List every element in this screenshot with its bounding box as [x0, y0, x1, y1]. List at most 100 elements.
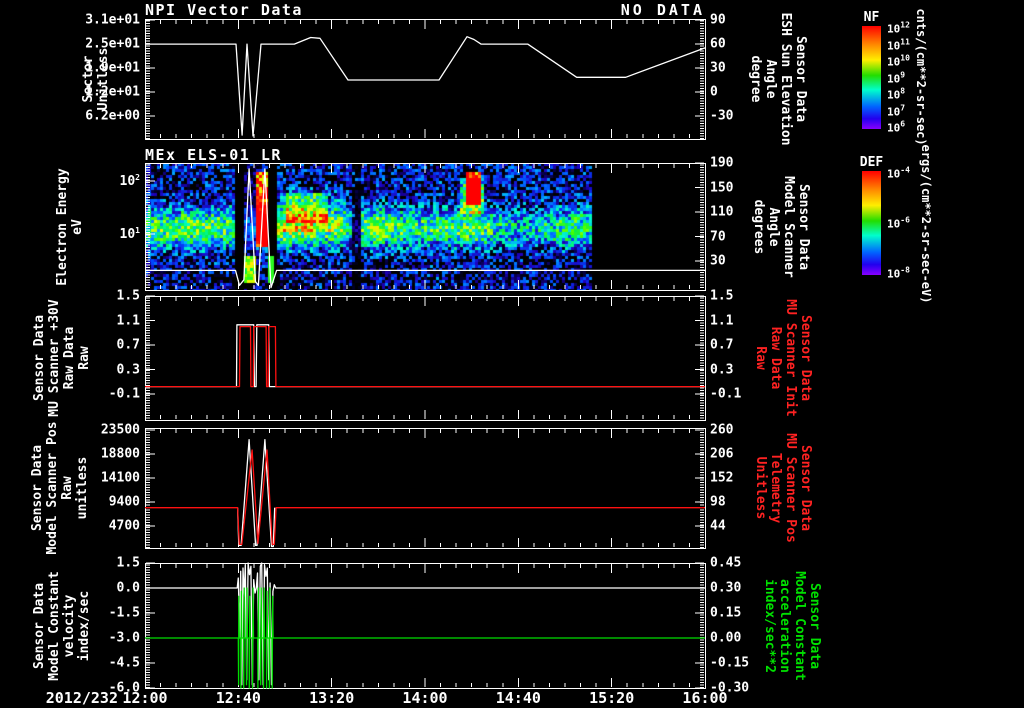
p3-right-tick-label: 1.1 — [710, 313, 734, 328]
p1-left-tick-label: 6.2e+00 — [85, 108, 140, 124]
p2-right-axis-label-line: Angle — [766, 206, 781, 247]
time-tick-label: 12:00 — [122, 689, 168, 707]
p4-right-axis-label-line: MU Scanner Pos — [783, 433, 798, 543]
p1-left-axis-label: Sector Unitless — [81, 48, 111, 111]
p2-left-axis-label-line: Electron Energy — [55, 167, 70, 286]
p1-right-tick-label: 30 — [710, 60, 726, 76]
p4-right-tick-label: 152 — [710, 470, 734, 486]
nf-colorbar-title: NF — [863, 10, 880, 25]
p4-left-tick-label: 4700 — [108, 518, 140, 534]
p4-left-axis-label-line: Model Scanner Pos — [45, 421, 60, 555]
p3-right-axis-label-line: Sensor Data — [798, 314, 813, 402]
p5-left-axis-label-line: velocity — [62, 594, 77, 657]
p4-right-axis-label-line: Unitless — [753, 456, 768, 520]
p5-left-tick-label: -3.0 — [108, 630, 140, 646]
p5-left-tick-label: 0.0 — [116, 580, 140, 596]
p3-left-axis-label-line: Raw Data — [62, 326, 77, 390]
p3-right-axis-label: Sensor Data MU Scanner Init Raw Data Raw — [753, 299, 813, 416]
p2-left-tick-label: 101 — [119, 225, 140, 243]
p3-right-tick-label: 1.5 — [710, 288, 734, 304]
p4-left-axis-label: Sensor Data Model Scanner Pos Raw unitless — [30, 421, 90, 554]
def-colorbar-tick-label: 10-6 — [887, 215, 910, 231]
p3-left-tick-label: -0.1 — [108, 386, 140, 402]
nf-colorbar-tick-label: 107 — [887, 103, 906, 118]
p5-right-axis-label: Sensor Data Model Constant acceleration ind… — [762, 571, 822, 681]
p2-left-axis-label: Electron Energy eV — [55, 168, 85, 285]
p4-left-tick-label: 9400 — [108, 494, 140, 510]
p2-right-axis-label-line: Sensor Data — [796, 183, 811, 270]
p4-right-tick-label: 206 — [710, 446, 734, 462]
p1-right-tick-label: 60 — [710, 36, 726, 52]
p3-left-axis-label: Sensor Data MU Scanner +30V Raw Data Raw — [32, 299, 92, 416]
p3-right-tick-label: -0.1 — [710, 386, 742, 402]
nf-colorbar-tick-label: 106 — [887, 119, 906, 135]
def-colorbar-unit: ergs/(cm**2-sr-sec-eV) — [919, 144, 933, 304]
p4-left-axis-label-line: Sensor Data — [30, 444, 45, 532]
p2-left-axis-label-line: eV — [70, 218, 85, 235]
time-tick-label: 13:20 — [309, 689, 355, 707]
nf-colorbar-unit: cnts/(cm**2-sr-sec) — [914, 8, 928, 146]
p5-right-axis-label-line: acceleration — [777, 578, 792, 673]
p4-right-axis-label: Sensor Data MU Scanner Pos Telemetry Unitle… — [753, 433, 813, 543]
p5-right-tick-label: -0.15 — [710, 655, 750, 671]
p4-left-axis-label-line: Raw — [60, 476, 75, 500]
p1-left-axis-label-line: Sector — [81, 55, 96, 103]
p3-left-axis-label-line: Raw — [77, 346, 92, 370]
p1-right-axis-label-line: Angle — [763, 59, 778, 99]
time-tick-label: 16:00 — [682, 689, 728, 707]
p4-left-tick-label: 23500 — [100, 422, 140, 438]
p1-left-tick-label: 3.1e+01 — [85, 12, 140, 28]
p1-right-tick-label: 0 — [710, 84, 718, 100]
p2-right-axis-label-line: Model Scanner — [781, 175, 796, 278]
p4-right-axis-label-line: Telemetry — [768, 452, 783, 524]
panel1-title: NPI Vector Data — [145, 1, 303, 19]
p1-right-axis-label-line: degree — [748, 55, 763, 103]
p3-left-tick-label: 1.1 — [116, 313, 140, 328]
p3-left-tick-label: 0.3 — [116, 362, 140, 377]
nf-colorbar-tick-label: 1011 — [887, 37, 910, 52]
p5-right-tick-label: 0.00 — [710, 630, 742, 646]
nf-colorbar — [862, 26, 881, 129]
p5-right-tick-label: 0.15 — [710, 605, 742, 621]
def-colorbar-tick-label: 10-8 — [887, 265, 910, 281]
p5-left-axis-label-line: Sensor Data — [32, 582, 47, 669]
p5-left-tick-label: -1.5 — [108, 605, 140, 621]
p2-right-axis-label: Sensor Data Model Scanner Angle degrees — [751, 176, 811, 278]
p4-left-tick-label: 18800 — [100, 446, 140, 462]
p4-left-axis-label-line: unitless — [75, 456, 90, 520]
def-colorbar-title: DEF — [859, 155, 884, 170]
p3-left-tick-label: 1.5 — [116, 288, 140, 304]
p4-right-tick-label: 98 — [710, 494, 726, 510]
p4-right-tick-label: 44 — [710, 518, 726, 534]
panel2-title: MEx ELS-01 LR — [145, 146, 282, 164]
p3-left-axis-label-line: MU Scanner +30V — [47, 299, 62, 417]
p2-left-tick-label: 102 — [119, 172, 140, 190]
p4-right-axis-label-line: Sensor Data — [798, 444, 813, 532]
p2-right-tick-label: 190 — [710, 155, 734, 171]
p5-left-axis-label-line: index/sec — [77, 590, 92, 661]
p5-right-tick-label: 0.45 — [710, 555, 742, 571]
time-tick-label: 14:40 — [495, 689, 541, 707]
p3-right-tick-label: 0.7 — [710, 337, 734, 353]
p1-right-axis-label-line: ESH Sun Elevation — [778, 12, 793, 146]
nf-colorbar-tick-label: 1010 — [887, 53, 910, 69]
p5-right-axis-label-line: index/sec**2 — [762, 578, 777, 673]
time-tick-label: 15:20 — [589, 689, 635, 707]
p3-right-tick-label: 0.3 — [710, 362, 734, 377]
p5-left-axis-label-line: Model Constant — [47, 570, 62, 681]
p3-right-axis-label-line: Raw — [753, 346, 768, 370]
def-colorbar-tick-label: 10-4 — [887, 165, 910, 181]
time-tick-label: 12:40 — [215, 689, 261, 707]
def-colorbar — [862, 171, 881, 275]
p2-right-tick-label: 150 — [710, 180, 734, 195]
p4-right-tick-label: 260 — [710, 422, 734, 438]
p4-left-tick-label: 14100 — [100, 470, 140, 486]
p1-right-tick-label: 90 — [710, 12, 726, 28]
nf-colorbar-tick-label: 109 — [887, 70, 906, 85]
no-data-annotation: NO DATA — [620, 1, 705, 19]
p3-right-axis-label-line: Raw Data — [768, 326, 783, 390]
plot-page: NPI Vector Data NO DATA MEx ELS-01 LR 20… — [0, 0, 1024, 708]
p3-right-axis-label-line: MU Scanner Init — [783, 299, 798, 417]
p5-left-axis-label: Sensor Data Model Constant velocity index/s… — [32, 571, 92, 681]
p1-right-axis-label-line: Sensor Data — [793, 35, 808, 123]
